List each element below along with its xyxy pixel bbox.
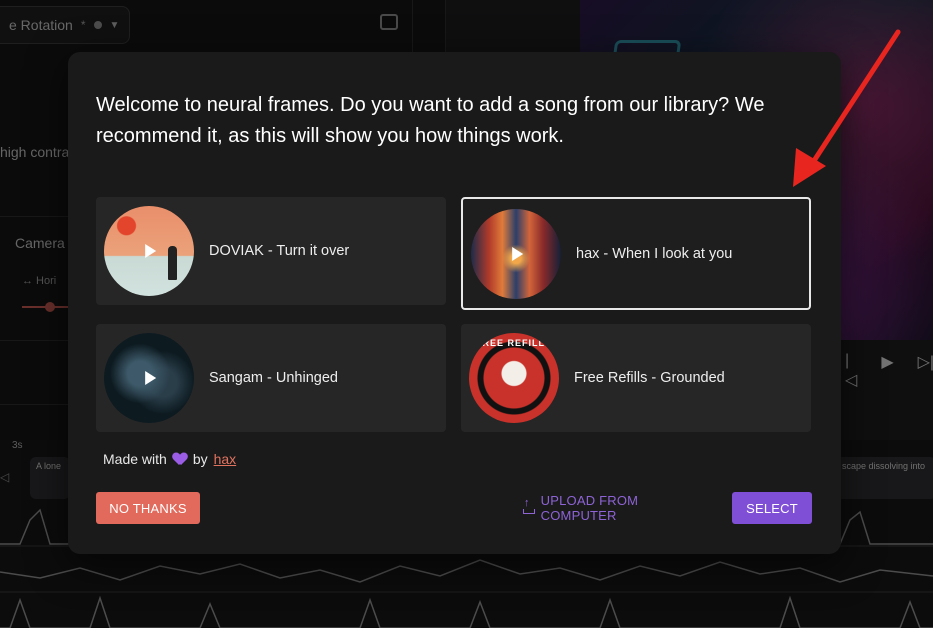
play-icon[interactable]: [145, 371, 157, 385]
upload-button-label: UPLOAD FROM COMPUTER: [540, 493, 639, 523]
made-with-text: Made with: [103, 451, 167, 467]
song-title: Free Refills - Grounded: [574, 370, 725, 386]
song-title: Sangam - Unhinged: [209, 370, 338, 386]
cover-art-text: FREE REFILLS: [475, 338, 552, 348]
song-card-free-refills[interactable]: FREE REFILLS Free Refills - Grounded: [461, 324, 811, 432]
made-with-credit: Made with by hax: [103, 451, 236, 467]
play-icon[interactable]: [512, 246, 524, 261]
song-cover-image: FREE REFILLS: [469, 333, 559, 423]
song-card-hax[interactable]: hax - When I look at you: [461, 197, 811, 310]
song-cover-image: [471, 208, 561, 299]
song-title: hax - When I look at you: [576, 245, 733, 262]
author-link[interactable]: hax: [214, 451, 237, 467]
no-thanks-button[interactable]: NO THANKS: [96, 492, 200, 524]
dialog-title: Welcome to neural frames. Do you want to…: [96, 94, 765, 147]
song-cover-image: [104, 206, 194, 296]
song-library-dialog: Welcome to neural frames. Do you want to…: [68, 52, 841, 554]
song-cover-image: [104, 333, 194, 423]
upload-icon: [523, 497, 535, 514]
heart-icon: [173, 453, 187, 466]
made-with-by: by: [192, 451, 208, 467]
song-card-sangam[interactable]: Sangam - Unhinged: [96, 324, 446, 432]
song-card-doviak[interactable]: DOVIAK - Turn it over: [96, 197, 446, 305]
play-icon[interactable]: [145, 244, 157, 258]
select-button[interactable]: SELECT: [732, 492, 812, 524]
upload-from-computer-button[interactable]: UPLOAD FROM COMPUTER: [523, 492, 713, 524]
song-title: DOVIAK - Turn it over: [209, 243, 350, 259]
